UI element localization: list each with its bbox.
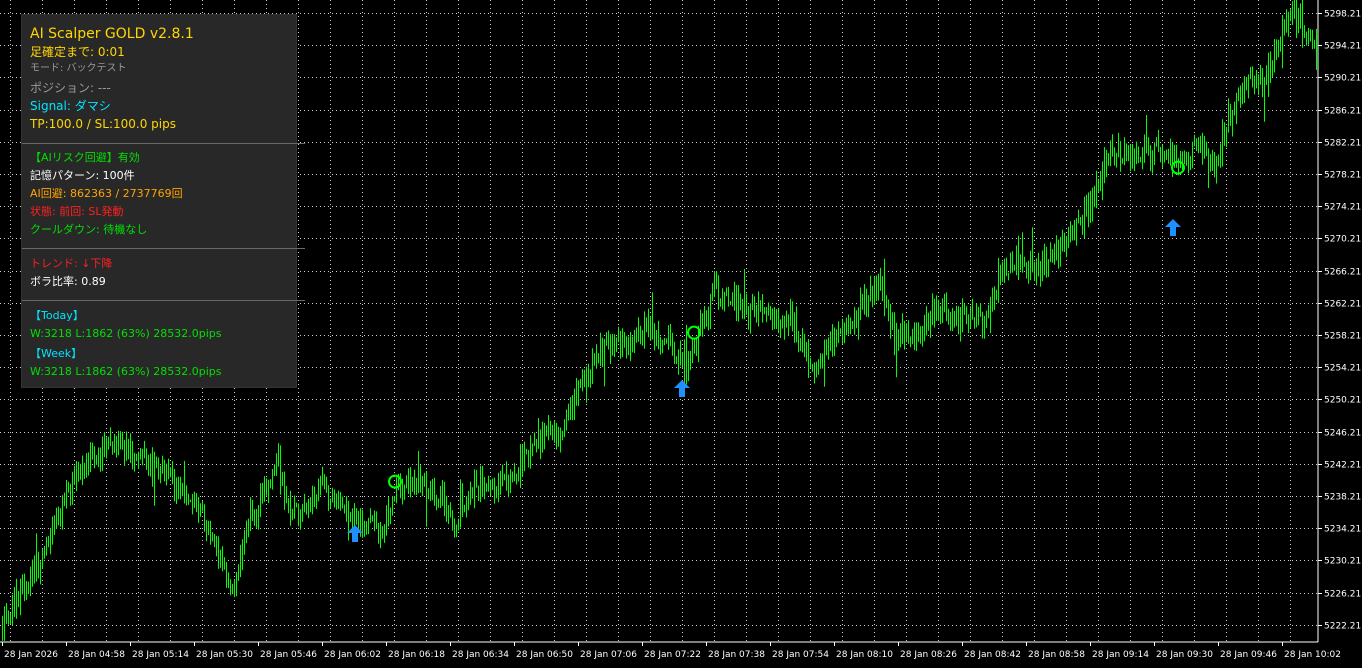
time-label: 28 Jan 07:54 [772, 650, 829, 660]
time-label: 28 Jan 04:58 [68, 650, 125, 660]
time-label: 28 Jan 05:46 [260, 650, 317, 660]
tp-sl-label: TP:100.0 / SL:100.0 pips [30, 117, 176, 131]
panel-title: AI Scalper GOLD v2.8.1 [30, 26, 194, 42]
ai-risk-label: 【AIリスク回避】有効 [30, 151, 140, 164]
price-label: 5286.21 [1324, 107, 1361, 117]
signal-label: Signal: [30, 99, 71, 113]
memory-label: 記憶パターン: 100件 [30, 169, 135, 182]
price-label: 5222.21 [1324, 622, 1361, 632]
today-stats: W:3218 L:1862 (63%) 28532.0pips [30, 327, 222, 340]
price-label: 5278.21 [1324, 171, 1361, 181]
time-label: 28 Jan 06:34 [452, 650, 509, 660]
today-header: 【Today】 [30, 309, 84, 322]
cooldown-label: クールダウン: 待機なし [30, 223, 148, 236]
signal-value: ダマシ [74, 99, 111, 113]
exit-circle-icon [388, 474, 402, 489]
price-label: 5230.21 [1324, 557, 1361, 567]
bar-countdown: 足確定まで: 0:01 [30, 45, 125, 59]
price-label: 5250.21 [1324, 396, 1361, 406]
price-label: 5226.21 [1324, 590, 1361, 600]
separator [22, 248, 305, 249]
price-label: 5274.21 [1324, 203, 1361, 213]
ea-info-panel: AI Scalper GOLD v2.8.1 足確定まで: 0:01 モード: … [21, 14, 305, 388]
time-label: 28 Jan 08:26 [900, 650, 957, 660]
price-label: 5270.21 [1324, 235, 1361, 245]
time-label: 28 Jan 05:30 [196, 650, 253, 660]
mode-label: モード: バックテスト [30, 63, 127, 74]
week-header: 【Week】 [30, 347, 83, 360]
price-label: 5234.21 [1324, 525, 1361, 535]
time-label: 28 Jan 10:02 [1284, 650, 1341, 660]
time-label: 28 Jan 09:14 [1092, 650, 1149, 660]
time-label: 28 Jan 07:22 [644, 650, 701, 660]
trend-label: トレンド: ↓下降 [30, 257, 113, 270]
price-label: 5258.21 [1324, 332, 1361, 342]
buy-arrow-icon [1165, 218, 1181, 236]
signal-status: Signal: ダマシ [30, 99, 111, 113]
time-label: 28 Jan 08:10 [836, 650, 893, 660]
volatility-label: ボラ比率: 0.89 [30, 275, 106, 288]
time-label: 28 Jan 07:38 [708, 650, 765, 660]
price-label: 5282.21 [1324, 139, 1361, 149]
trade-signals [347, 160, 1185, 542]
week-stats: W:3218 L:1862 (63%) 28532.0pips [30, 365, 222, 378]
price-label: 5242.21 [1324, 461, 1361, 471]
price-label: 5246.21 [1324, 429, 1361, 439]
price-label: 5254.21 [1324, 364, 1361, 374]
ai-avoid-label: AI回避: 862363 / 2737769回 [30, 187, 183, 200]
time-label: 28 Jan 06:18 [388, 650, 445, 660]
price-axis[interactable]: 5298.21 5294.21 5290.21 5286.21 5282.21 5278.… [1318, 10, 1361, 632]
buy-arrow-icon [674, 380, 690, 398]
separator [22, 143, 305, 144]
time-label: 28 Jan 06:50 [516, 650, 573, 660]
time-label: 28 Jan 08:58 [1028, 650, 1085, 660]
price-label: 5238.21 [1324, 493, 1361, 503]
time-label: 28 Jan 2026 [4, 650, 58, 660]
time-label: 28 Jan 06:02 [324, 650, 381, 660]
time-label: 28 Jan 05:14 [132, 650, 189, 660]
price-label: 5266.21 [1324, 268, 1361, 278]
price-label: 5294.21 [1324, 42, 1361, 52]
state-label: 状態: 前回: SL発動 [30, 205, 124, 218]
separator [22, 300, 305, 301]
price-label: 5262.21 [1324, 300, 1361, 310]
time-label: 28 Jan 09:30 [1156, 650, 1213, 660]
time-label: 28 Jan 09:46 [1220, 650, 1277, 660]
position-label: ポジション: --- [30, 81, 111, 95]
price-label: 5290.21 [1324, 74, 1361, 84]
time-axis[interactable]: 28 Jan 2026 28 Jan 04:58 28 Jan 05:14 28 Ja… [2, 642, 1341, 660]
time-label: 28 Jan 07:06 [580, 650, 637, 660]
price-label: 5298.21 [1324, 10, 1361, 20]
time-label: 28 Jan 08:42 [964, 650, 1021, 660]
